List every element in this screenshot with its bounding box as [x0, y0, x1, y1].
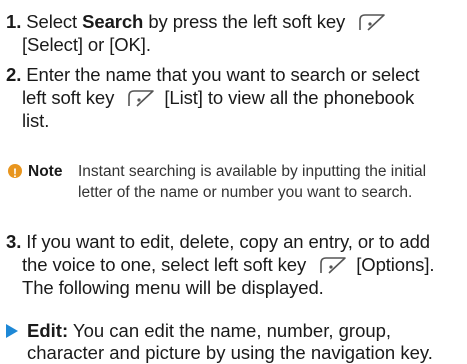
note-label: Note — [28, 163, 63, 180]
step-text: The following menu will be displayed. — [22, 277, 324, 298]
step-bold-term: Search — [82, 11, 144, 32]
bullet-text: character and picture by using the navig… — [27, 342, 433, 363]
left-soft-key-icon — [128, 90, 155, 107]
step-text: [Options]. — [356, 254, 435, 275]
step-2: 2. Enter the name that you want to searc… — [6, 63, 463, 132]
step-text: Select — [26, 11, 78, 32]
step-text: left soft key — [22, 87, 115, 108]
step-number: 1. — [6, 11, 22, 32]
left-soft-key-icon — [320, 257, 346, 274]
step-text: by press the left soft key — [148, 11, 346, 32]
step-1: 1. Select Search by press the left soft … — [6, 10, 463, 56]
step-number: 2. — [6, 64, 22, 85]
step-text: the voice to one, select left soft key — [22, 254, 307, 275]
bullet-text: You can edit the name, number, group, — [72, 320, 392, 341]
step-text: list. — [22, 110, 50, 131]
step-text: [List] to view all the phonebook — [164, 87, 415, 108]
step-number: 3. — [6, 231, 22, 252]
manual-page: 1. Select Search by press the left soft … — [0, 0, 467, 364]
step-text: [Select] or [OK]. — [22, 34, 151, 55]
left-soft-key-icon — [359, 14, 386, 31]
step-3: 3. If you want to edit, delete, copy an … — [6, 230, 463, 299]
note-text: letter of the name or number you want to… — [78, 184, 413, 201]
note-icon — [8, 163, 22, 184]
edit-bullet: Edit: You can edit the name, number, gro… — [6, 320, 463, 364]
bullet-label: Edit: — [27, 320, 69, 341]
triangle-bullet-icon — [6, 324, 18, 338]
step-text: Enter the name that you want to search o… — [26, 64, 420, 85]
step-text: If you want to edit, delete, copy an ent… — [26, 231, 430, 252]
note-block: Note Instant searching is available by i… — [8, 161, 463, 203]
note-text: Instant searching is available by inputt… — [78, 163, 427, 180]
